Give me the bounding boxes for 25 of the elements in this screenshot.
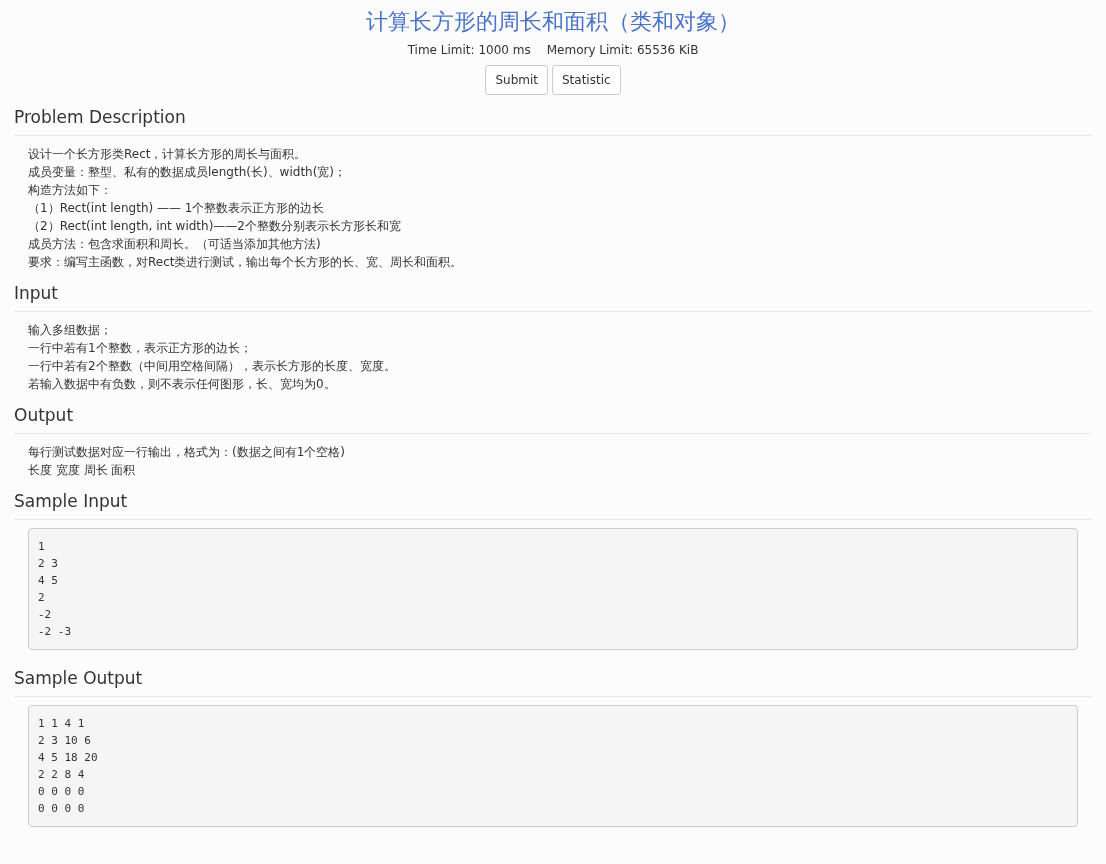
description-line: 成员变量：整型、私有的数据成员length(长)、width(宽)； xyxy=(28,164,347,181)
description-line: 输入多组数据； xyxy=(28,322,112,339)
time-limit: Time Limit: 1000 ms xyxy=(407,42,531,58)
description-line: 要求：编写主函数，对Rect类进行测试，输出每个长方形的长、宽、周长和面积。 xyxy=(28,254,463,271)
section-heading: Output xyxy=(14,403,1092,434)
section-heading: Sample Output xyxy=(14,666,1092,697)
sample-block: 1 2 3 4 5 2 -2 -2 -3 xyxy=(28,528,1078,650)
description-line: （1）Rect(int length) —— 1个整数表示正方形的边长 xyxy=(28,200,325,217)
description-line: 构造方法如下： xyxy=(28,182,112,199)
description-line: 长度 宽度 周长 面积 xyxy=(28,462,136,479)
description-line: 成员方法：包含求面积和周长。（可适当添加其他方法) xyxy=(28,236,321,253)
problem-title: 计算长方形的周长和面积（类和对象） xyxy=(365,8,741,36)
action-button[interactable]: Statistic xyxy=(552,65,621,95)
description-line: 每行测试数据对应一行输出，格式为：(数据之间有1个空格) xyxy=(28,444,345,461)
description-line: 一行中若有1个整数，表示正方形的边长； xyxy=(28,340,252,357)
sample-block: 1 1 4 1 2 3 10 6 4 5 18 20 2 2 8 4 0 0 0 0 0 0 0 0 xyxy=(28,705,1078,827)
action-button[interactable]: Submit xyxy=(485,65,548,95)
section-heading: Input xyxy=(14,281,1092,312)
description-line: 一行中若有2个整数（中间用空格间隔），表示长方形的长度、宽度。 xyxy=(28,358,396,375)
memory-limit: Memory Limit: 65536 KiB xyxy=(546,42,699,58)
description-line: 若输入数据中有负数，则不表示任何图形，长、宽均为0。 xyxy=(28,376,336,393)
description-line: （2）Rect(int length, int width)——2个整数分别表示长方形长和宽 xyxy=(28,218,401,235)
description-line: 设计一个长方形类Rect，计算长方形的周长与面积。 xyxy=(28,146,307,163)
section-heading: Problem Description xyxy=(14,105,1092,136)
section-heading: Sample Input xyxy=(14,489,1092,520)
